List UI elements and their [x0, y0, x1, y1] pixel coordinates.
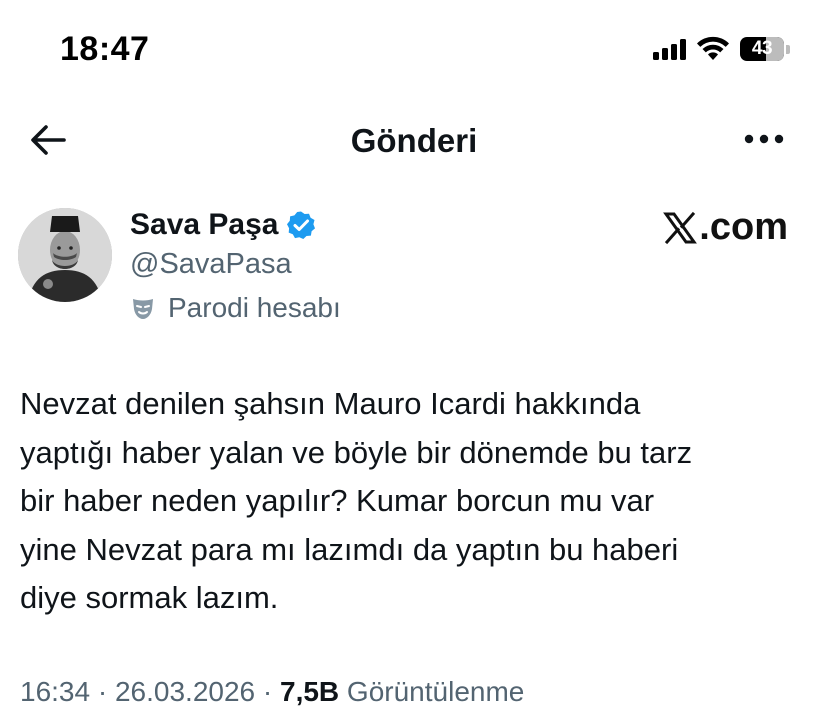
status-icons: 43 — [653, 36, 790, 62]
watermark-text: .com — [699, 206, 788, 248]
x-logo-icon — [663, 211, 698, 244]
author-handle[interactable]: @SavaPasa — [130, 248, 292, 281]
battery-icon: 43 — [740, 37, 784, 61]
author-display-name[interactable]: Sava Paşa — [130, 208, 316, 242]
views-count[interactable]: 7,5B — [280, 676, 339, 707]
meta-separator: · — [90, 676, 115, 707]
parody-account-label: Parodi hesabı — [130, 292, 341, 324]
status-time: 18:47 — [60, 30, 150, 68]
more-options-icon[interactable] — [742, 124, 786, 154]
author-name-text[interactable]: Sava Paşa — [130, 208, 278, 242]
avatar[interactable] — [18, 208, 112, 302]
status-bar: 18:47 43 — [0, 0, 828, 100]
page-title: Gönderi — [350, 122, 478, 159]
parody-mask-icon — [133, 299, 153, 319]
parody-label-text: Parodi hesabı — [168, 292, 341, 323]
x-com-watermark: .com — [663, 206, 788, 249]
meta-separator: · — [255, 676, 280, 707]
views-label: Görüntülenme — [339, 676, 525, 707]
verified-badge-icon — [287, 211, 316, 239]
post-author: Sava Paşa @SavaPasa Parodi hesabı .com — [0, 200, 828, 330]
cellular-signal-icon — [653, 38, 686, 60]
post-metadata: 16:34 · 26.03.2026 · 7,5B Görüntülenme — [20, 676, 524, 708]
post-text: Nevzat denilen şahsın Mauro Icardi hakkı… — [20, 386, 693, 615]
post-time: 16:34 — [20, 676, 91, 707]
post-date: 26.03.2026 — [114, 676, 256, 707]
wifi-icon — [697, 36, 729, 60]
nav-bar: Gönderi — [0, 110, 828, 170]
battery-level: 43 — [751, 38, 773, 59]
